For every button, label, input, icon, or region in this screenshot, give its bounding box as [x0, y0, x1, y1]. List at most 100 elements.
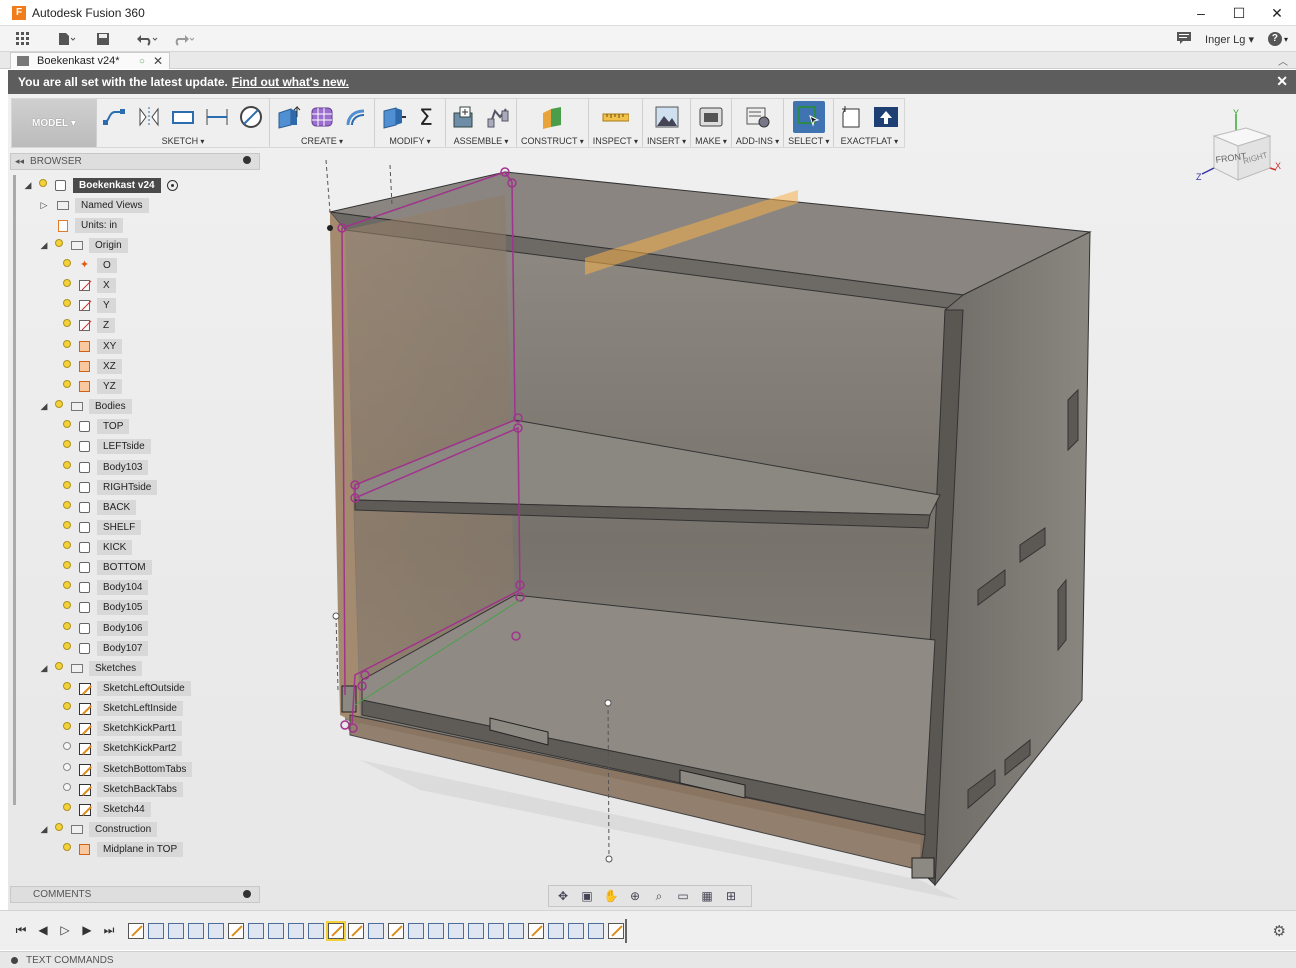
select-icon[interactable] — [792, 101, 825, 133]
viewports-icon[interactable]: ⊞ — [721, 887, 741, 905]
tree-item-named-views[interactable]: ▷ Named Views — [38, 198, 149, 213]
visibility-bulb-icon[interactable] — [62, 319, 72, 332]
expand-triangle-icon[interactable]: ◢ — [38, 240, 50, 252]
sketch-point[interactable] — [605, 855, 613, 863]
minimize-button[interactable]: – — [1182, 0, 1220, 26]
tree-item-sketch[interactable]: SketchLeftOutside — [58, 681, 191, 696]
visibility-bulb-icon[interactable] — [62, 843, 72, 856]
tree-item-body[interactable]: Body105 — [58, 600, 149, 615]
create-sketch-icon[interactable] — [101, 103, 129, 131]
tree-item-xy-plane[interactable]: XY — [58, 339, 123, 354]
visibility-bulb-icon[interactable] — [62, 461, 72, 474]
text-commands-bar[interactable]: TEXT COMMANDS — [0, 951, 1296, 968]
mirror-icon[interactable] — [135, 103, 163, 131]
visibility-bulb-icon[interactable] — [62, 722, 72, 735]
3d-print-icon[interactable] — [697, 103, 725, 131]
visibility-bulb-icon[interactable] — [54, 662, 64, 675]
visibility-bulb-icon[interactable] — [62, 501, 72, 514]
timeline-sketch-icon[interactable] — [228, 923, 244, 939]
timeline-extrude-icon[interactable] — [548, 923, 564, 939]
compute-sum-icon[interactable]: Σ — [413, 103, 441, 131]
sketch-point[interactable] — [604, 699, 612, 707]
exactflat-export-icon[interactable] — [872, 103, 900, 131]
tree-item-sketch[interactable]: Sketch44 — [58, 802, 151, 817]
visibility-bulb-icon[interactable] — [62, 521, 72, 534]
tree-scrollbar[interactable] — [13, 175, 16, 805]
tree-item-units[interactable]: Units: in — [38, 218, 124, 233]
undo-icon[interactable] — [134, 28, 160, 50]
viewcube[interactable]: Y FRONT RIGHT Z X — [1196, 108, 1286, 188]
grid-apps-icon[interactable] — [10, 28, 36, 50]
timeline-feature-icon[interactable] — [488, 923, 504, 939]
tree-item-x-axis[interactable]: X — [58, 278, 116, 293]
zoom-window-icon[interactable]: ⌕ — [649, 887, 669, 905]
tree-item-origin-point[interactable]: ✦ O — [58, 258, 117, 273]
addins-group[interactable]: ADD-INS — [730, 99, 783, 147]
add-comment-icon[interactable] — [243, 890, 251, 898]
save-icon[interactable] — [90, 28, 116, 50]
tree-item-sketch[interactable]: SketchBackTabs — [58, 782, 183, 797]
tree-item-body[interactable]: LEFTside — [58, 439, 151, 454]
visibility-bulb-icon[interactable] — [62, 279, 72, 292]
timeline-feature-icon[interactable] — [468, 923, 484, 939]
visibility-bulb-icon[interactable] — [62, 259, 72, 272]
timeline-feature-icon[interactable] — [188, 923, 204, 939]
construct-group[interactable]: CONSTRUCT — [516, 99, 588, 147]
visibility-bulb-icon[interactable] — [62, 440, 72, 453]
insert-group[interactable]: INSERT — [642, 99, 690, 147]
expand-triangle-icon[interactable]: ▷ — [38, 200, 50, 212]
visibility-bulb-icon[interactable] — [62, 420, 72, 433]
close-button[interactable]: ✕ — [1258, 0, 1296, 26]
tree-item-y-axis[interactable]: Y — [58, 298, 116, 313]
visibility-bulb-icon[interactable] — [54, 400, 64, 413]
help-icon[interactable]: ? ▾ — [1267, 32, 1288, 46]
comments-panel-header[interactable]: COMMENTS — [10, 886, 260, 903]
visibility-bulb-icon[interactable] — [62, 702, 72, 715]
visibility-bulb-icon[interactable] — [62, 742, 72, 755]
maximize-button[interactable]: ☐ — [1220, 0, 1258, 26]
browser-header[interactable]: ◂◂ BROWSER — [10, 153, 260, 170]
sketch-point[interactable] — [332, 612, 340, 620]
tree-item-sketch[interactable]: SketchKickPart2 — [58, 741, 183, 756]
visibility-bulb-icon[interactable] — [62, 803, 72, 816]
timeline-extrude-icon[interactable] — [168, 923, 184, 939]
go-to-start-icon[interactable]: ⏮ — [12, 921, 30, 939]
timeline-feature-icon[interactable] — [588, 923, 604, 939]
settings-icon[interactable]: ⚙ — [1273, 922, 1286, 940]
select-group[interactable]: SELECT — [783, 99, 833, 147]
timeline-feature-icon[interactable] — [448, 923, 464, 939]
exactflat-icon[interactable] — [838, 103, 866, 131]
collapse-chevron-icon[interactable]: ︿ — [1278, 53, 1288, 68]
modify-group[interactable]: Σ MODIFY — [374, 99, 445, 147]
browser-pin-icon[interactable] — [243, 156, 251, 164]
collapse-browser-icon[interactable]: ◂◂ — [15, 156, 24, 167]
tree-item-body[interactable]: Body104 — [58, 580, 149, 595]
user-menu[interactable]: Inger Lg ▾ — [1205, 33, 1254, 46]
timeline-extrude-icon[interactable] — [248, 923, 264, 939]
visibility-bulb-icon[interactable] — [62, 360, 72, 373]
canvas-viewport[interactable] — [8, 94, 1296, 910]
create-group[interactable]: CREATE — [269, 99, 374, 147]
look-at-icon[interactable]: ▣ — [577, 887, 597, 905]
tree-item-construction[interactable]: ◢ Construction — [38, 822, 158, 837]
workspace-switcher[interactable]: MODEL ▾ — [12, 99, 96, 147]
comment-icon[interactable] — [1177, 31, 1192, 47]
tree-item-bodies[interactable]: ◢ Bodies — [38, 399, 132, 414]
timeline-sketch-icon[interactable] — [348, 923, 364, 939]
tree-item-xz-plane[interactable]: XZ — [58, 359, 122, 374]
visibility-bulb-icon[interactable] — [62, 783, 72, 796]
scripts-addins-icon[interactable] — [744, 103, 772, 131]
dimension-icon[interactable] — [203, 103, 231, 131]
tree-item-sketches[interactable]: ◢ Sketches — [38, 661, 143, 676]
tree-item-body[interactable]: BACK — [58, 500, 137, 515]
rectangle-icon[interactable] — [169, 103, 197, 131]
tree-item-body[interactable]: Body107 — [58, 641, 149, 656]
timeline-feature-icon[interactable] — [568, 923, 584, 939]
revolve-icon[interactable] — [342, 103, 370, 131]
visibility-bulb-icon[interactable] — [62, 380, 72, 393]
visibility-bulb-icon[interactable] — [62, 541, 72, 554]
expand-text-commands-icon[interactable] — [11, 956, 18, 964]
tree-item-sketch[interactable]: SketchKickPart1 — [58, 721, 183, 736]
extrude-icon[interactable] — [274, 103, 302, 131]
timeline-sketch-icon[interactable] — [608, 923, 624, 939]
